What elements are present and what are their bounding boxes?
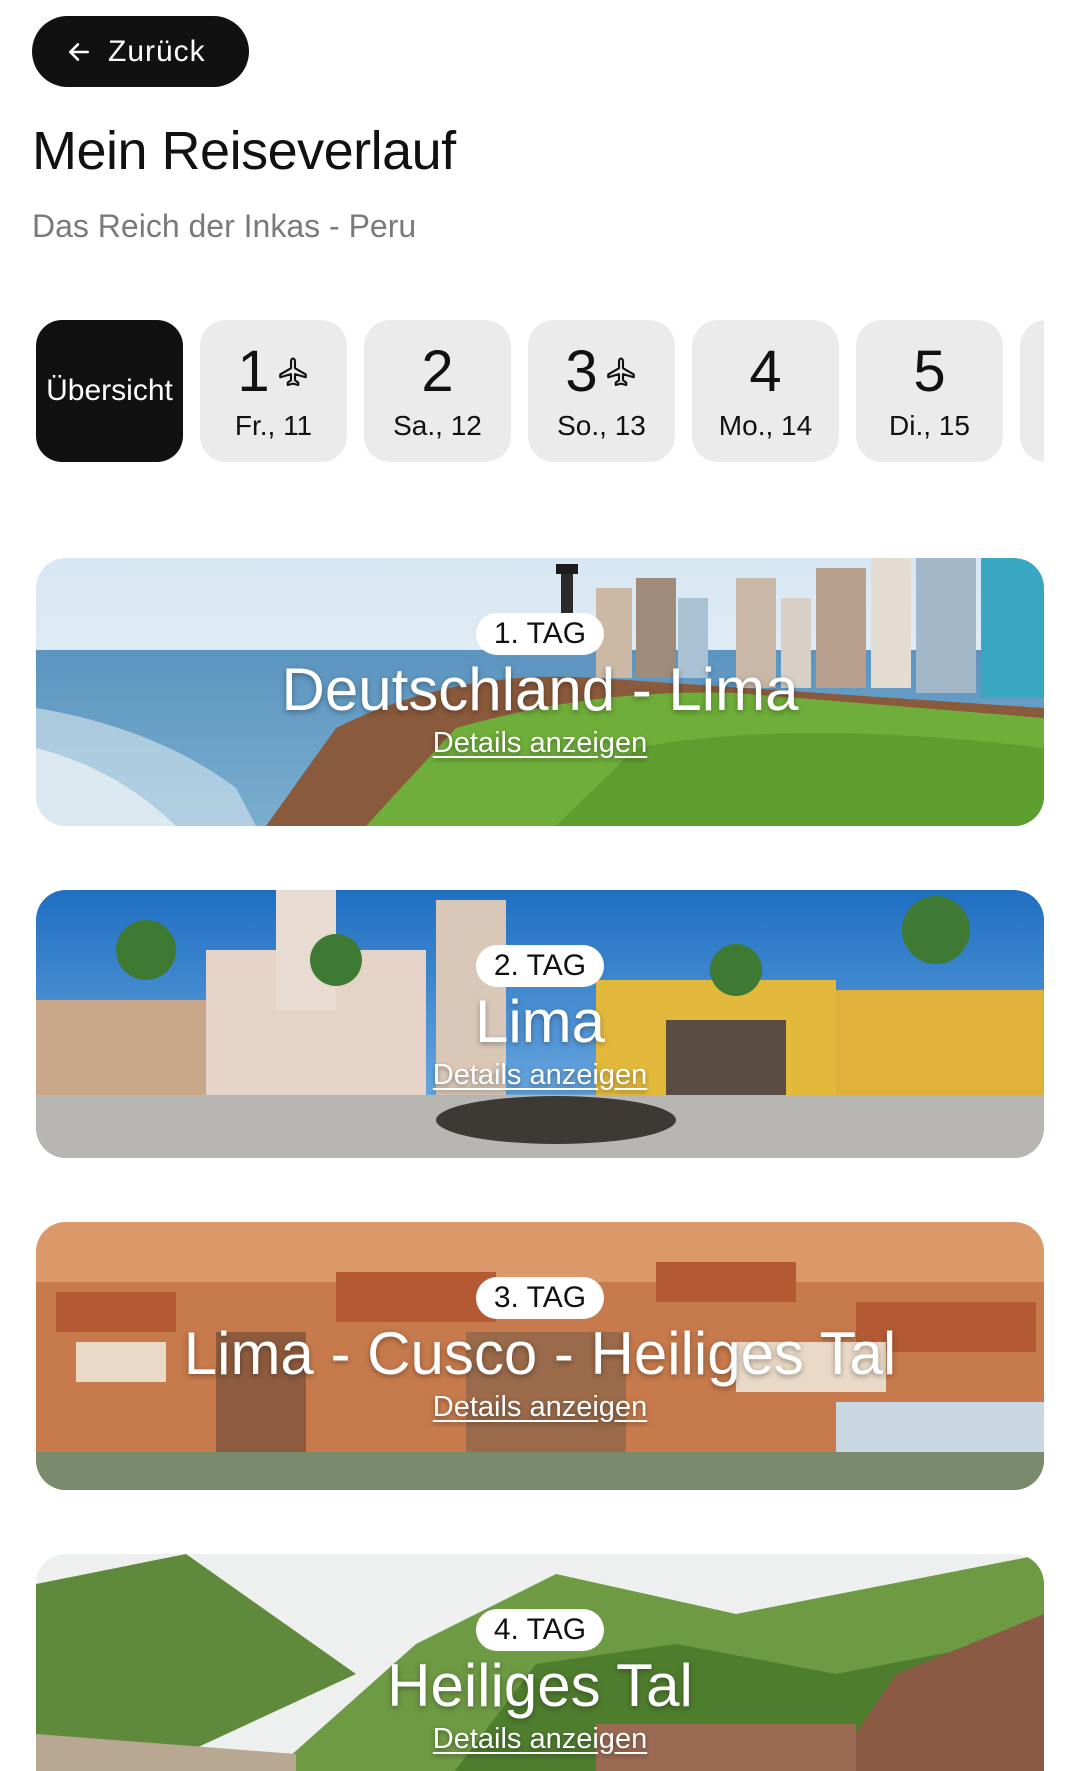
day-tag-badge: 3. TAG [475, 1276, 605, 1319]
tab-day-number: 1 [237, 339, 270, 404]
details-link[interactable]: Details anzeigen [433, 1391, 647, 1424]
arrow-left-icon [69, 42, 89, 61]
tab-day-number: 5 [913, 339, 946, 404]
tab-day-1[interactable]: 1 Fr., 11 [200, 320, 347, 462]
tab-day-date: Mo., 14 [718, 410, 813, 441]
day-card-title: Lima [474, 987, 606, 1055]
day-card-title: Deutschland - Lima [281, 655, 799, 723]
tab-day-4[interactable]: 4 Mo., 14 [692, 320, 839, 462]
day-card-title: Lima - Cusco - Heiliges Tal [183, 1319, 897, 1387]
day-tab-strip[interactable]: Übersicht 1 Fr., 11 2 Sa., 12 3 So., 13 … [36, 320, 1044, 462]
tab-day-number: 2 [421, 339, 454, 404]
tab-day-number: 3 [565, 339, 598, 404]
details-link[interactable]: Details anzeigen [433, 727, 647, 760]
page-subtitle: Das Reich der Inkas - Peru [32, 208, 417, 244]
tab-day-5[interactable]: 5 Di., 15 [856, 320, 1003, 462]
day-card-3[interactable]: 3. TAG Lima - Cusco - Heiliges Tal Detai… [36, 1222, 1044, 1490]
details-link[interactable]: Details anzeigen [433, 1059, 647, 1092]
airplane-icon [278, 357, 307, 387]
tab-day-2[interactable]: 2 Sa., 12 [364, 320, 511, 462]
airplane-icon [606, 357, 635, 387]
tab-overview[interactable]: Übersicht [36, 320, 183, 462]
day-card-title: Heiliges Tal [387, 1651, 693, 1719]
tab-day-next-partial[interactable] [1020, 320, 1044, 462]
tab-day-date: So., 13 [557, 410, 646, 441]
page-title: Mein Reiseverlauf [32, 121, 456, 181]
day-card-2[interactable]: 2. TAG Lima Details anzeigen [36, 890, 1044, 1158]
back-button-label: Zurück [108, 34, 206, 68]
day-card-1[interactable]: 1. TAG Deutschland - Lima Details anzeig… [36, 558, 1044, 826]
tab-day-date: Sa., 12 [393, 410, 482, 441]
day-tag-badge: 2. TAG [475, 944, 605, 987]
details-link[interactable]: Details anzeigen [433, 1723, 647, 1756]
back-button[interactable]: Zurück [32, 16, 249, 87]
tab-day-date: Fr., 11 [234, 410, 313, 441]
tab-day-date: Di., 15 [889, 410, 970, 441]
day-tag-badge: 1. TAG [475, 612, 605, 655]
day-tag-badge: 4. TAG [475, 1608, 605, 1651]
tab-day-3[interactable]: 3 So., 13 [528, 320, 675, 462]
tab-day-number: 4 [749, 339, 782, 404]
day-card-4[interactable]: 4. TAG Heiliges Tal Details anzeigen [36, 1554, 1044, 1771]
tab-overview-label: Übersicht [46, 374, 173, 407]
